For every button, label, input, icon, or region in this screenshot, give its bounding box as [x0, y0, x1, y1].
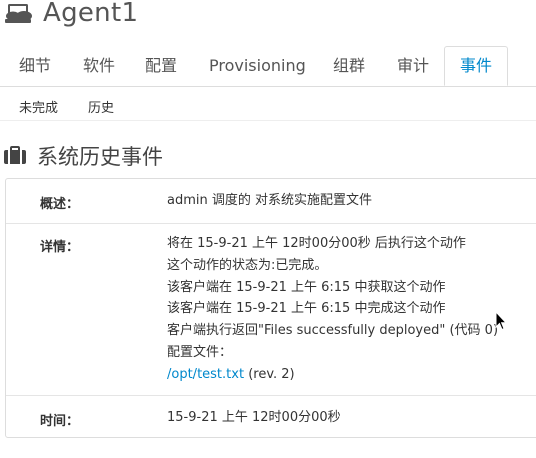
config-file-revision: (rev. 2) [244, 366, 295, 382]
tab-events[interactable]: 事件 [444, 46, 508, 86]
system-tabs: 细节 软件 配置 Provisioning 组群 审计 事件 [0, 46, 536, 87]
details-value: 将在 15-9-21 上午 12时00分00秒 后执行这个动作 这个动作的状态为… [167, 233, 498, 386]
tab-details[interactable]: 细节 [19, 46, 51, 86]
summary-label: 概述： [40, 197, 80, 212]
details-line: 配置文件： [167, 344, 233, 360]
time-row: 时间： 15-9-21 上午 12时00分00秒 [6, 395, 536, 439]
tab-groups[interactable]: 组群 [333, 46, 365, 86]
system-icon [5, 4, 32, 23]
tab-configuration[interactable]: 配置 [145, 46, 177, 86]
event-detail-panel: 概述： admin 调度的 对系统实施配置文件 详情： 将在 15-9-21 上… [5, 178, 536, 438]
system-name-title: Agent1 [43, 0, 139, 28]
subtab-history[interactable]: 历史 [88, 97, 114, 116]
time-value: 15-9-21 上午 12时00分00秒 [167, 410, 341, 425]
section-title: 系统历史事件 [37, 145, 163, 169]
details-row: 详情： 将在 15-9-21 上午 12时00分00秒 后执行这个动作 这个动作… [6, 223, 536, 395]
summary-value: admin 调度的 对系统实施配置文件 [167, 193, 372, 208]
event-subtabs: 未完成 历史 [0, 88, 536, 121]
config-file-link[interactable]: /opt/test.txt [167, 367, 244, 382]
details-line: 该客户端在 15-9-21 上午 6:15 中获取这个动作 [167, 279, 446, 295]
details-label: 详情： [40, 240, 80, 255]
page-header: Agent1 [0, 0, 536, 32]
time-label: 时间： [40, 414, 80, 429]
details-line: 将在 15-9-21 上午 12时00分00秒 后执行这个动作 [167, 236, 466, 251]
tab-software[interactable]: 软件 [83, 46, 115, 86]
config-file-line: /opt/test.txt (rev. 2) [167, 364, 498, 386]
details-line: 客户端执行返回"Files successfully deployed" (代码… [167, 323, 499, 339]
tab-audit[interactable]: 审计 [397, 46, 429, 86]
briefcase-icon [4, 146, 26, 164]
tab-provisioning[interactable]: Provisioning [209, 46, 306, 86]
details-line: 该客户端在 15-9-21 上午 6:15 中完成这个动作 [167, 301, 446, 317]
summary-row: 概述： admin 调度的 对系统实施配置文件 [6, 179, 536, 223]
mouse-cursor-icon [495, 311, 507, 331]
details-line: 这个动作的状态为:已完成。 [167, 257, 328, 273]
subtab-pending[interactable]: 未完成 [19, 97, 58, 116]
